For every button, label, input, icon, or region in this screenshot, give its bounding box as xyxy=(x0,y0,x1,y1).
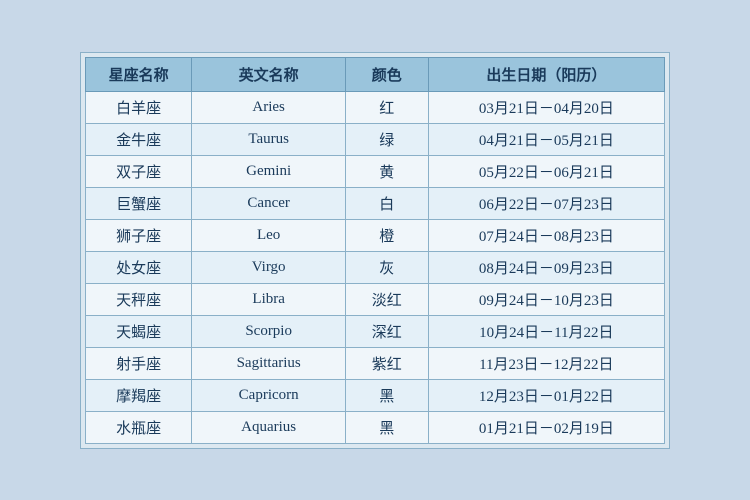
cell-date: 08月24日－09月23日 xyxy=(428,251,664,283)
cell-color: 淡红 xyxy=(345,283,428,315)
cell-date: 06月22日－07月23日 xyxy=(428,187,664,219)
cell-date: 01月21日－02月19日 xyxy=(428,411,664,443)
cell-chinese: 金牛座 xyxy=(86,123,192,155)
cell-english: Capricorn xyxy=(192,379,346,411)
cell-color: 黑 xyxy=(345,411,428,443)
table-row: 天蝎座Scorpio深红10月24日－11月22日 xyxy=(86,315,665,347)
cell-english: Aries xyxy=(192,91,346,123)
cell-chinese: 天秤座 xyxy=(86,283,192,315)
cell-color: 橙 xyxy=(345,219,428,251)
header-english: 英文名称 xyxy=(192,57,346,91)
table-row: 摩羯座Capricorn黑12月23日－01月22日 xyxy=(86,379,665,411)
cell-chinese: 白羊座 xyxy=(86,91,192,123)
cell-color: 灰 xyxy=(345,251,428,283)
zodiac-table: 星座名称 英文名称 颜色 出生日期（阳历） 白羊座Aries红03月21日－04… xyxy=(85,57,665,444)
table-header-row: 星座名称 英文名称 颜色 出生日期（阳历） xyxy=(86,57,665,91)
table-row: 射手座Sagittarius紫红11月23日－12月22日 xyxy=(86,347,665,379)
cell-date: 10月24日－11月22日 xyxy=(428,315,664,347)
cell-date: 03月21日－04月20日 xyxy=(428,91,664,123)
cell-english: Aquarius xyxy=(192,411,346,443)
table-row: 双子座Gemini黄05月22日－06月21日 xyxy=(86,155,665,187)
zodiac-table-container: 星座名称 英文名称 颜色 出生日期（阳历） 白羊座Aries红03月21日－04… xyxy=(80,52,670,449)
cell-chinese: 水瓶座 xyxy=(86,411,192,443)
cell-color: 黑 xyxy=(345,379,428,411)
cell-chinese: 天蝎座 xyxy=(86,315,192,347)
cell-color: 紫红 xyxy=(345,347,428,379)
cell-date: 04月21日－05月21日 xyxy=(428,123,664,155)
table-row: 处女座Virgo灰08月24日－09月23日 xyxy=(86,251,665,283)
cell-date: 05月22日－06月21日 xyxy=(428,155,664,187)
cell-chinese: 双子座 xyxy=(86,155,192,187)
cell-chinese: 射手座 xyxy=(86,347,192,379)
cell-color: 深红 xyxy=(345,315,428,347)
cell-chinese: 摩羯座 xyxy=(86,379,192,411)
header-date: 出生日期（阳历） xyxy=(428,57,664,91)
cell-date: 12月23日－01月22日 xyxy=(428,379,664,411)
header-chinese: 星座名称 xyxy=(86,57,192,91)
cell-color: 绿 xyxy=(345,123,428,155)
table-row: 狮子座Leo橙07月24日－08月23日 xyxy=(86,219,665,251)
table-row: 天秤座Libra淡红09月24日－10月23日 xyxy=(86,283,665,315)
cell-english: Sagittarius xyxy=(192,347,346,379)
table-row: 巨蟹座Cancer白06月22日－07月23日 xyxy=(86,187,665,219)
table-row: 金牛座Taurus绿04月21日－05月21日 xyxy=(86,123,665,155)
cell-english: Libra xyxy=(192,283,346,315)
table-row: 白羊座Aries红03月21日－04月20日 xyxy=(86,91,665,123)
table-row: 水瓶座Aquarius黑01月21日－02月19日 xyxy=(86,411,665,443)
cell-chinese: 巨蟹座 xyxy=(86,187,192,219)
cell-color: 白 xyxy=(345,187,428,219)
cell-english: Virgo xyxy=(192,251,346,283)
cell-english: Gemini xyxy=(192,155,346,187)
cell-chinese: 处女座 xyxy=(86,251,192,283)
cell-date: 09月24日－10月23日 xyxy=(428,283,664,315)
table-body: 白羊座Aries红03月21日－04月20日金牛座Taurus绿04月21日－0… xyxy=(86,91,665,443)
cell-english: Cancer xyxy=(192,187,346,219)
header-color: 颜色 xyxy=(345,57,428,91)
cell-date: 11月23日－12月22日 xyxy=(428,347,664,379)
cell-color: 红 xyxy=(345,91,428,123)
cell-color: 黄 xyxy=(345,155,428,187)
cell-chinese: 狮子座 xyxy=(86,219,192,251)
cell-date: 07月24日－08月23日 xyxy=(428,219,664,251)
cell-english: Leo xyxy=(192,219,346,251)
cell-english: Taurus xyxy=(192,123,346,155)
cell-english: Scorpio xyxy=(192,315,346,347)
